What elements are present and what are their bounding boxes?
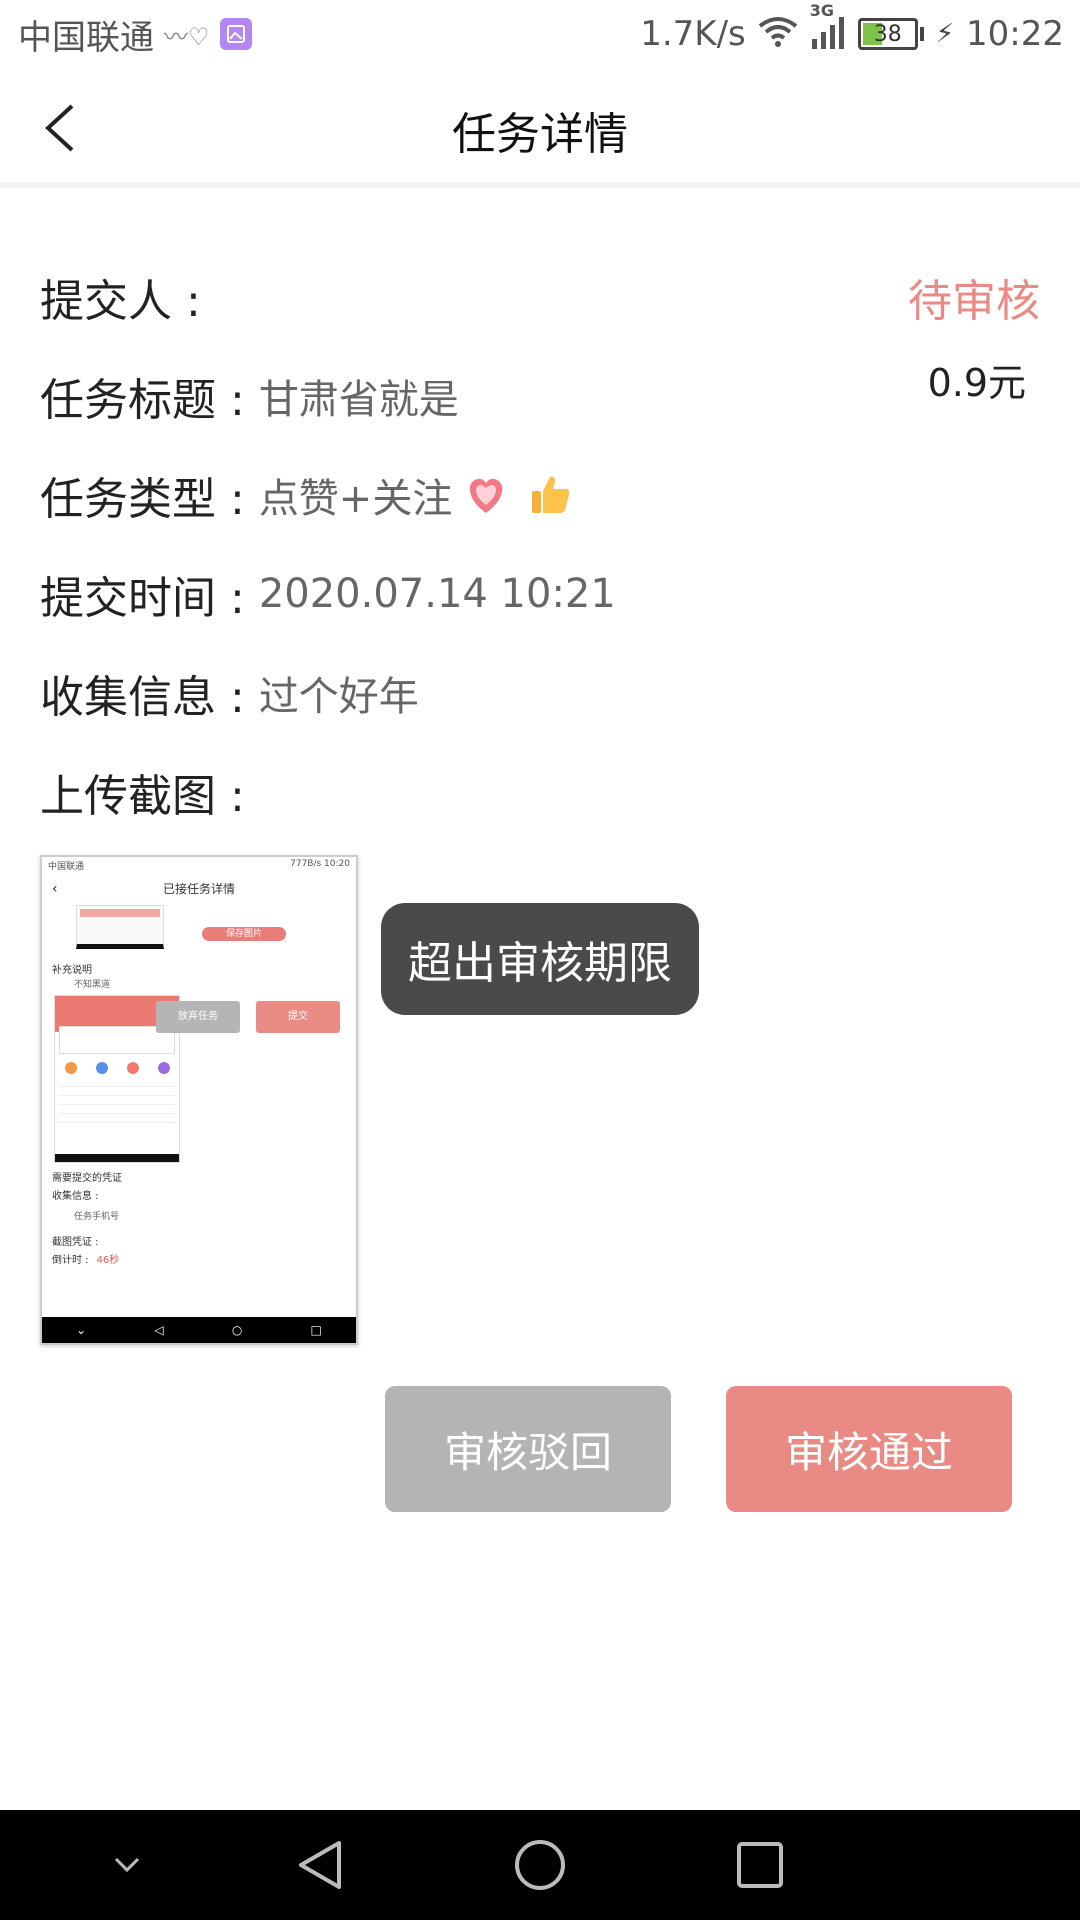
thumbs-up-icon: [532, 476, 570, 513]
thumb-carrier: 中国联通: [48, 862, 85, 872]
reward-amount: 0.9元: [927, 361, 1026, 405]
thumb-mini-image: [76, 905, 164, 949]
uploaded-screenshot[interactable]: 中国联通 777B/s 10:20 ‹ 已接任务详情 保存图片 补充说明 不知黑…: [40, 855, 358, 1345]
toast-message: 超出审核期限: [381, 903, 699, 1015]
clock: 10:22: [966, 14, 1064, 54]
thumb-note-value: 不知黑道: [74, 980, 111, 990]
thumb-phone-label: 任务手机号: [74, 1212, 120, 1222]
thumb-submit-button: 提交: [256, 1001, 340, 1033]
thumb-header: ‹ 已接任务详情: [42, 875, 356, 903]
nav-home-button[interactable]: [510, 1835, 570, 1895]
recent-square-icon: [737, 1842, 783, 1888]
carrier-name: 中国联通: [18, 17, 154, 58]
collect-info-row: 收集信息 : 过个好年: [40, 663, 419, 723]
thumb-title: 已接任务详情: [162, 882, 235, 896]
status-left: 中国联通 〰♡: [18, 10, 252, 58]
chevron-down-icon: [114, 1857, 140, 1873]
status-right: 1.7K/s 3G 38 ⚡ 10:22: [640, 1, 1064, 58]
reject-button[interactable]: 审核驳回: [385, 1386, 671, 1512]
page-title: 任务详情: [452, 109, 628, 160]
thumb-nav-back-icon: ◁: [154, 1323, 164, 1337]
task-type-label: 任务类型 :: [40, 474, 245, 525]
status-badge: 待审核: [908, 276, 1040, 327]
submit-time-row: 提交时间 : 2020.07.14 10:21: [40, 564, 616, 624]
thumb-status-right: 777B/s 10:20: [290, 859, 350, 869]
header: 任务详情: [0, 68, 1080, 188]
nav-hide-button[interactable]: [97, 1835, 157, 1895]
battery-tip: [919, 27, 924, 41]
submit-time-label: 提交时间 :: [40, 573, 245, 624]
system-nav-bar: [0, 1810, 1080, 1920]
thumb-give-up-button: 放弃任务: [156, 1001, 240, 1033]
gallery-icon: [219, 18, 252, 50]
status-bar: 中国联通 〰♡ 1.7K/s 3G 38 ⚡ 10:22: [0, 0, 1080, 68]
nav-back-button[interactable]: [290, 1835, 350, 1895]
thumb-back-icon: ‹: [52, 881, 58, 897]
thumb-need-label: 需要提交的凭证: [52, 1173, 122, 1184]
heart-icon: [470, 478, 503, 513]
submit-time-value: 2020.07.14 10:21: [258, 571, 616, 617]
thumb-countdown-label: 倒计时 :: [52, 1255, 89, 1266]
back-triangle-icon: [299, 1841, 341, 1889]
thumb-nav-down-icon: ⌄: [76, 1323, 87, 1337]
thumb-nav-home-icon: ○: [231, 1323, 243, 1337]
signal-icon: 3G: [810, 1, 846, 53]
collect-info-label: 收集信息 :: [40, 672, 245, 723]
thumb-nav-recent-icon: □: [310, 1323, 322, 1337]
submitter-label: 提交人 :: [40, 276, 201, 327]
thumb-nav-bar: ⌄ ◁ ○ □: [42, 1317, 356, 1343]
task-title-value: 甘肃省就是: [258, 377, 459, 423]
thumb-collect-label: 收集信息 :: [52, 1191, 99, 1202]
net-speed: 1.7K/s: [640, 14, 746, 54]
home-circle-icon: [515, 1840, 565, 1890]
battery-level: 38: [873, 21, 902, 47]
approve-button[interactable]: 审核通过: [726, 1386, 1012, 1512]
charging-icon: ⚡: [935, 19, 955, 49]
thumb-save-button: 保存图片: [202, 927, 286, 941]
submitter-row: 提交人 :: [40, 267, 201, 327]
network-type: 3G: [809, 1, 835, 20]
thumb-countdown: 倒计时 : 46秒: [52, 1251, 119, 1266]
task-title-row: 任务标题 : 甘肃省就是: [40, 366, 459, 426]
heartbeat-icon: 〰♡: [164, 22, 210, 51]
task-title-label: 任务标题 :: [40, 375, 245, 426]
task-type-row: 任务类型 : 点赞+关注: [40, 465, 572, 525]
thumb-status-bar: 中国联通 777B/s 10:20: [42, 857, 356, 875]
battery-icon: 38: [857, 18, 918, 50]
thumb-countdown-value: 46秒: [96, 1255, 120, 1266]
nav-recent-button[interactable]: [730, 1835, 790, 1895]
thumb-note-label: 补充说明: [52, 965, 92, 976]
collect-info-value: 过个好年: [258, 674, 419, 720]
task-type-value: 点赞+关注: [258, 476, 453, 522]
wifi-icon: [758, 16, 798, 52]
upload-label: 上传截图 :: [40, 771, 245, 822]
thumb-screenshot-label: 截图凭证 :: [52, 1237, 99, 1248]
upload-row: 上传截图 :: [40, 762, 245, 822]
